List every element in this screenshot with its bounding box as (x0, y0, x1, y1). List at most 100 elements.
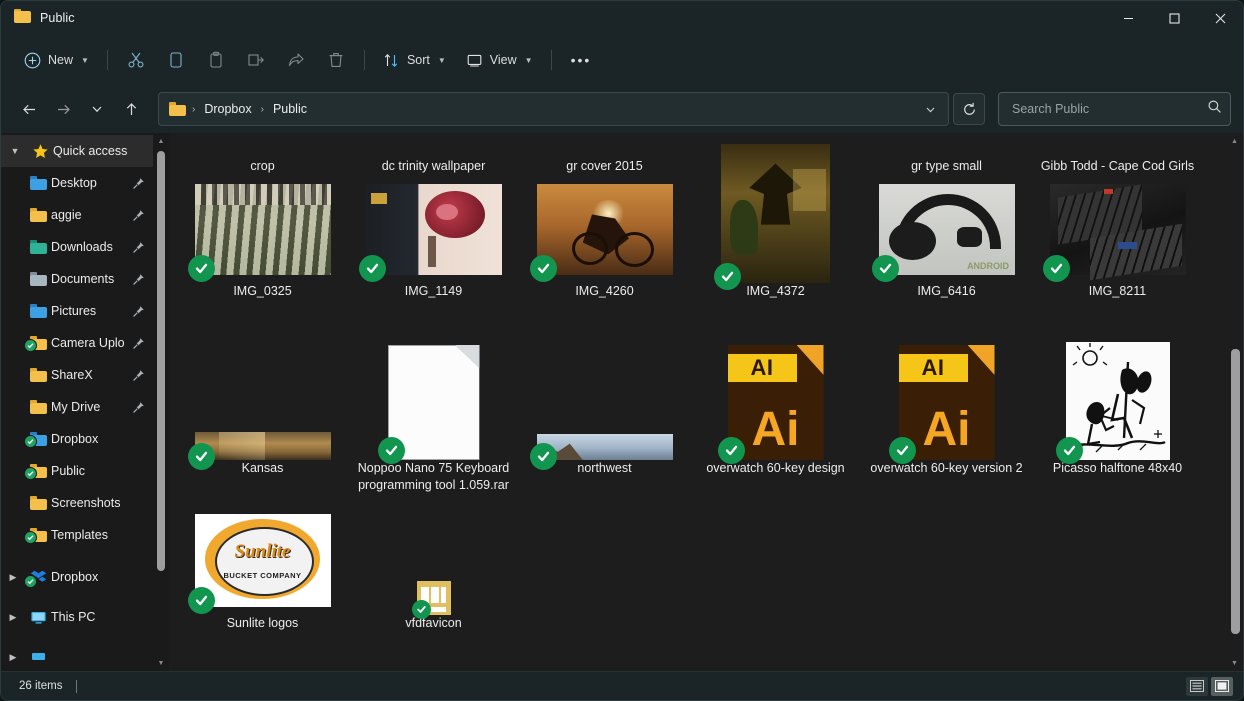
file-item[interactable]: dc trinity wallpaper (348, 133, 519, 175)
back-button[interactable] (13, 93, 45, 125)
sidebar-item-pictures[interactable]: Pictures (1, 295, 153, 327)
sort-button[interactable]: Sort ▼ (374, 43, 455, 77)
sidebar-item-templates[interactable]: Templates (1, 519, 153, 551)
rename-button[interactable] (237, 43, 275, 77)
pin-icon[interactable] (127, 305, 149, 318)
chevron-down-icon: ▼ (81, 56, 89, 65)
file-item[interactable]: vfdfavicon (348, 505, 519, 670)
up-button[interactable] (115, 93, 147, 125)
more-options-button[interactable]: ••• (561, 43, 602, 77)
delete-button[interactable] (317, 43, 355, 77)
scroll-up-icon[interactable]: ▲ (1231, 133, 1238, 149)
chevron-down-icon[interactable]: ▼ (3, 146, 27, 156)
view-button[interactable]: View ▼ (457, 43, 542, 77)
file-name-label: overwatch 60-key design (702, 460, 848, 477)
pin-icon[interactable] (127, 369, 149, 382)
search-box[interactable] (998, 92, 1231, 126)
file-name-label: overwatch 60-key version 2 (866, 460, 1026, 477)
scroll-down-icon[interactable]: ▼ (158, 655, 165, 671)
sidebar-item-my-drive[interactable]: My Drive (1, 391, 153, 423)
file-list-view[interactable]: crop dc trinity wallpaper gr cover 2015 … (169, 133, 1243, 671)
file-item[interactable]: gr cover 2015 (519, 133, 690, 175)
file-item[interactable]: IMG_1149 (348, 175, 519, 340)
file-item[interactable]: AI Ai overwatch 60-key design (690, 340, 861, 505)
file-item[interactable]: Picasso halftone 48x40 (1032, 340, 1203, 505)
content-scroll-track[interactable] (1227, 149, 1243, 655)
copy-button[interactable] (157, 43, 195, 77)
cut-button[interactable] (117, 43, 155, 77)
breadcrumb-item-dropbox[interactable]: Dropbox (198, 99, 257, 119)
thumbnail-container: AI Ai (696, 340, 856, 460)
refresh-button[interactable] (953, 93, 985, 125)
recent-locations-button[interactable] (81, 93, 113, 125)
breadcrumb-item-public[interactable]: Public (267, 99, 313, 119)
pin-icon[interactable] (127, 337, 149, 350)
search-icon[interactable] (1207, 99, 1222, 119)
view-button-label: View (490, 53, 517, 67)
thumbnail-container: ANDROID (867, 175, 1027, 283)
maximize-button[interactable] (1151, 1, 1197, 35)
sidebar-item-quick-access[interactable]: ▼ Quick access (1, 135, 153, 167)
file-item[interactable]: gr type small (861, 133, 1032, 175)
sync-badge-icon (530, 255, 557, 282)
close-button[interactable] (1197, 1, 1243, 35)
sidebar-item-documents[interactable]: Documents (1, 263, 153, 295)
file-item[interactable]: IMG_0325 (177, 175, 348, 340)
chevron-right-icon[interactable]: ▶ (1, 652, 25, 663)
ellipsis-icon: ••• (571, 55, 592, 65)
new-button[interactable]: New ▼ (15, 43, 98, 77)
sidebar-item-partial[interactable]: ▶ (1, 641, 153, 671)
pin-icon[interactable] (127, 209, 149, 222)
file-item[interactable]: northwest (519, 340, 690, 505)
content-scroll-thumb[interactable] (1231, 349, 1240, 634)
sidebar-item-camera-uploads[interactable]: Camera Uplo (1, 327, 153, 359)
details-view-button[interactable] (1186, 677, 1208, 696)
content-scrollbar[interactable]: ▲ ▼ (1226, 133, 1243, 671)
delete-icon (327, 51, 345, 69)
folder-icon (14, 9, 31, 28)
sidebar-item-dropbox-quick[interactable]: Dropbox (1, 423, 153, 455)
file-item[interactable]: Kansas (177, 340, 348, 505)
sidebar-item-dropbox-root[interactable]: ▶ Dropbox (1, 561, 153, 593)
share-button[interactable] (277, 43, 315, 77)
large-icons-view-button[interactable] (1211, 677, 1233, 696)
toolbar-divider (107, 50, 108, 70)
file-item[interactable]: ANDROID IMG_6416 (861, 175, 1032, 340)
sidebar-item-sharex[interactable]: ShareX (1, 359, 153, 391)
sidebar-scrollbar[interactable]: ▲ ▼ (153, 133, 169, 671)
pin-icon[interactable] (127, 241, 149, 254)
file-item[interactable]: AI Ai overwatch 60-key version 2 (861, 340, 1032, 505)
sync-badge-icon (1043, 255, 1070, 282)
file-item[interactable]: crop (177, 133, 348, 175)
sidebar-item-public[interactable]: Public (1, 455, 153, 487)
pin-icon[interactable] (127, 401, 149, 414)
thumbnail-container: Sunlite BUCKET COMPANY (183, 505, 343, 615)
sidebar-item-screenshots[interactable]: Screenshots (1, 487, 153, 519)
thumbnail-container (1038, 340, 1198, 460)
scroll-up-icon[interactable]: ▲ (158, 133, 165, 149)
paste-button[interactable] (197, 43, 235, 77)
address-dropdown-button[interactable] (916, 96, 944, 122)
chevron-right-icon[interactable]: ▶ (1, 572, 25, 583)
pin-icon[interactable] (127, 273, 149, 286)
forward-button[interactable] (47, 93, 79, 125)
file-item[interactable]: Gibb Todd - Cape Cod Girls (1032, 133, 1203, 175)
sidebar-scroll-thumb[interactable] (157, 151, 165, 571)
file-item[interactable]: IMG_4372 (690, 175, 861, 340)
pin-icon[interactable] (127, 177, 149, 190)
file-item[interactable]: IMG_8211 (1032, 175, 1203, 340)
file-name-label: IMG_4260 (571, 283, 637, 300)
chevron-right-icon[interactable]: ▶ (1, 612, 25, 623)
file-item[interactable]: IMG_4260 (519, 175, 690, 340)
sidebar-item-aggie[interactable]: aggie (1, 199, 153, 231)
file-item[interactable]: Sunlite BUCKET COMPANY Sunlite logos (177, 505, 348, 670)
address-bar[interactable]: › Dropbox › Public (158, 92, 949, 126)
file-item[interactable]: Noppoo Nano 75 Keyboard programming tool… (348, 340, 519, 505)
search-input[interactable] (1010, 101, 1207, 117)
scroll-down-icon[interactable]: ▼ (1231, 655, 1238, 671)
sidebar-item-downloads[interactable]: Downloads (1, 231, 153, 263)
sidebar-item-this-pc[interactable]: ▶ This PC (1, 601, 153, 633)
sidebar-scroll-track[interactable] (153, 149, 169, 655)
minimize-button[interactable] (1105, 1, 1151, 35)
sidebar-item-desktop[interactable]: Desktop (1, 167, 153, 199)
